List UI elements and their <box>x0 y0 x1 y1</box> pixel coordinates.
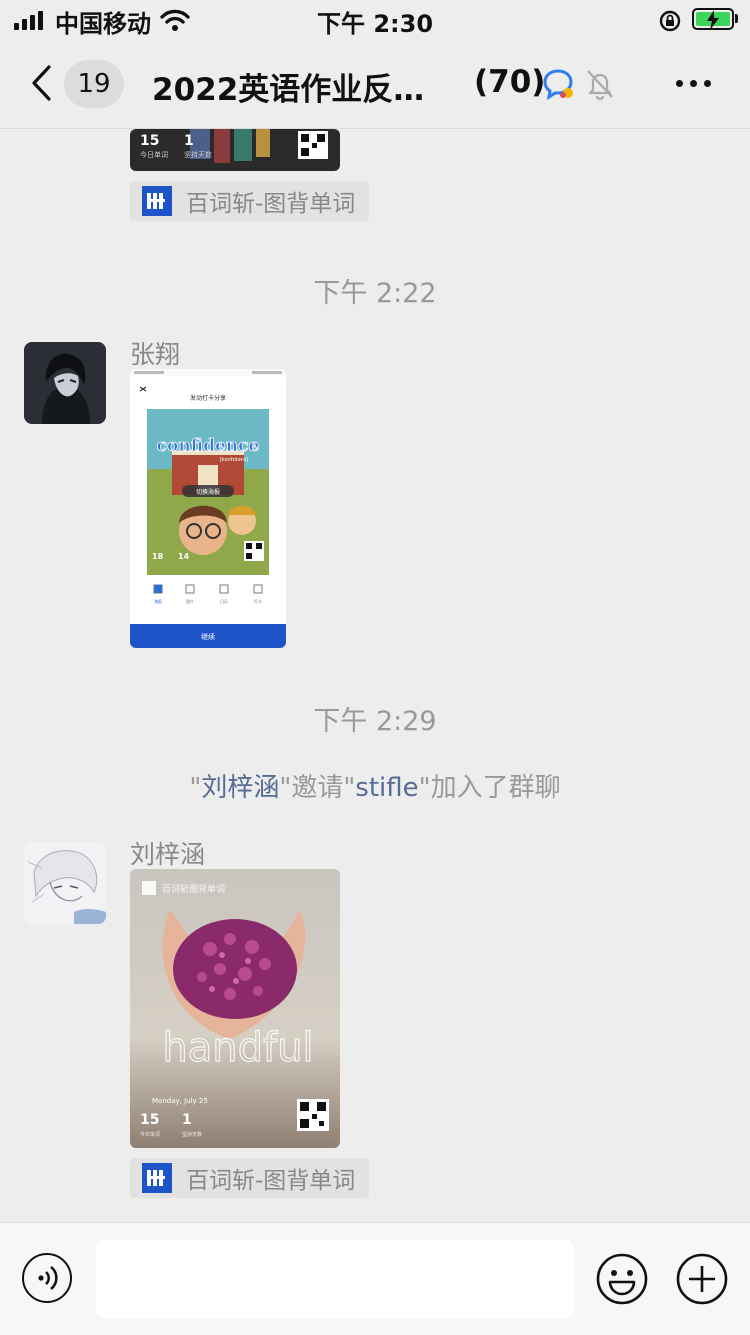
plus-icon[interactable] <box>676 1253 728 1305</box>
app-source-tag[interactable]: 百词斩-图背单词 <box>130 1158 370 1198</box>
status-time: 下午 2:30 <box>316 10 434 38</box>
avatar[interactable] <box>24 342 106 424</box>
inviter-name[interactable]: 刘梓涵 <box>201 773 279 803</box>
screenshot-tab-2: 图片 <box>186 598 194 604</box>
screenshot-tab-1: 海报 <box>154 598 162 604</box>
chat-bubble-icon <box>543 69 573 100</box>
handful-label-days: 坚持天数 <box>182 1131 202 1138</box>
notice-tail: "加入了群聊 <box>418 773 561 803</box>
mute-bell-icon <box>587 70 613 100</box>
card-label-days: 坚持天数 <box>184 150 212 159</box>
app-source-label: 百词斩-图背单词 <box>186 1168 356 1194</box>
screenshot-stat-2: 14 <box>178 552 190 561</box>
timestamp: 下午 2:22 <box>313 278 437 309</box>
handful-stat-words: 15 <box>140 1112 159 1128</box>
card-label-words: 今日单词 <box>140 150 168 159</box>
baicizhan-logo-icon <box>142 1163 172 1193</box>
input-bar <box>0 1222 750 1335</box>
handful-word: handful <box>162 1025 313 1071</box>
timestamp: 下午 2:29 <box>313 706 437 737</box>
screenshot-image[interactable]: 发动打卡分享 confidence [kɒnfɪdəns] 切换海报 18 14… <box>130 369 286 648</box>
avatar[interactable] <box>24 842 106 924</box>
chat-title: 2022英语作业反… <box>152 72 425 108</box>
screenshot-phonetic: [kɒnfɪdəns] <box>220 457 249 463</box>
screenshot-stat-1: 18 <box>152 552 164 561</box>
voice-icon[interactable] <box>22 1253 72 1303</box>
handful-stat-days: 1 <box>182 1112 192 1128</box>
handful-label-words: 今日单词 <box>140 1131 160 1138</box>
unread-badge[interactable]: 19 <box>64 60 124 108</box>
back-chevron-icon[interactable] <box>30 64 52 102</box>
baicizhan-logo-icon <box>142 186 172 216</box>
chat-area: 15 1 今日单词 坚持天数 百词斩-图背单词 下午 2:22 张翔 发动打卡分… <box>0 129 750 1222</box>
handful-word-card[interactable]: 百词斩图背单词 handful Monday, July 25 15 1 今日单… <box>130 869 340 1148</box>
handful-date: Monday, July 25 <box>152 1097 208 1105</box>
card-stat-words: 15 <box>140 133 159 149</box>
screenshot-tab-4: 打卡 <box>254 598 262 604</box>
invitee-name[interactable]: stifle <box>355 773 418 803</box>
handful-brand: 百词斩图背单词 <box>162 883 225 895</box>
app-source-tag[interactable]: 百词斩-图背单词 <box>130 181 370 221</box>
lock-rotation-icon <box>659 10 681 32</box>
emoji-icon[interactable] <box>596 1253 648 1305</box>
screenshot-word: confidence <box>157 436 260 456</box>
more-icon[interactable] <box>676 80 711 87</box>
word-card-image[interactable]: 15 1 今日单词 坚持天数 <box>130 129 340 171</box>
system-notice: "刘梓涵"邀请"stifle"加入了群聊 <box>0 767 750 804</box>
battery-tip <box>735 14 738 23</box>
message-input[interactable] <box>96 1240 574 1318</box>
sender-name: 张翔 <box>130 340 181 369</box>
screenshot-switch-btn: 切换海报 <box>196 488 220 496</box>
card-stat-days: 1 <box>184 133 194 149</box>
app-source-label: 百词斩-图背单词 <box>186 191 356 217</box>
screenshot-tab-3: 日历 <box>220 599 228 604</box>
member-count: (70) <box>474 64 546 100</box>
status-bar: 中国移动 下午 2:30 <box>0 0 750 40</box>
quote-mark: " <box>189 773 202 803</box>
sender-name: 刘梓涵 <box>130 840 206 869</box>
battery-icon <box>692 8 734 30</box>
nav-bar: 19 2022英语作业反… (70) <box>0 40 750 129</box>
notice-text: "邀请" <box>279 773 356 803</box>
screenshot-continue: 继续 <box>201 632 215 641</box>
screenshot-header: 发动打卡分享 <box>190 394 226 402</box>
